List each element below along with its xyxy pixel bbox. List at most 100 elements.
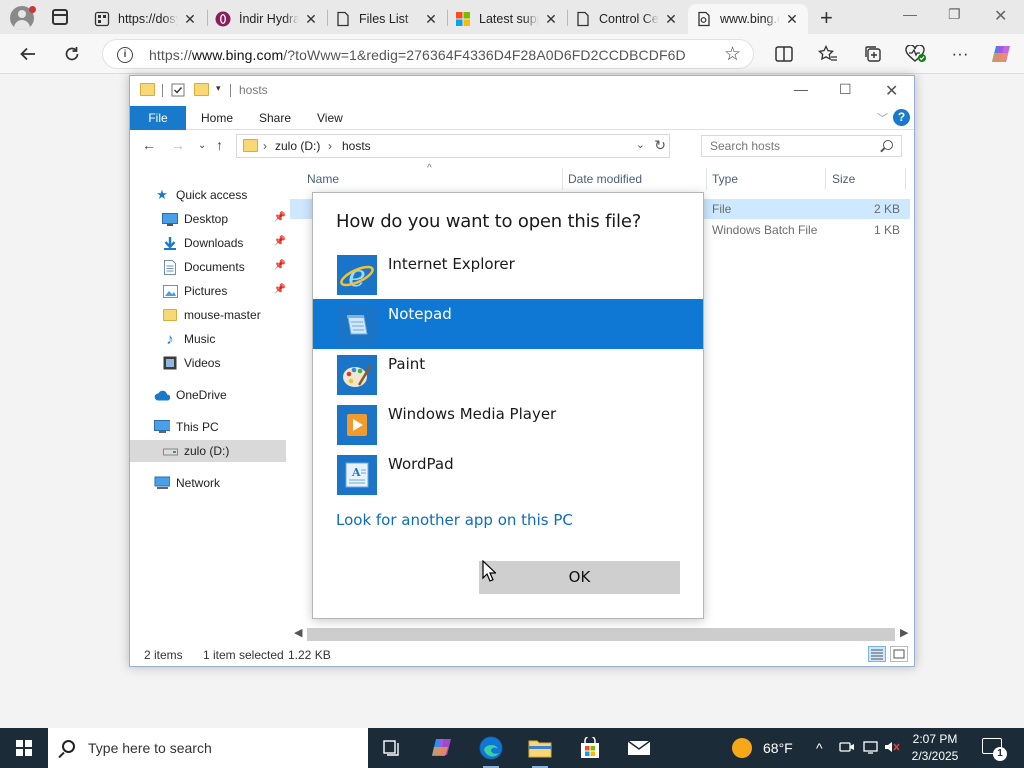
breadcrumb-separator-icon[interactable]: › [263,139,267,153]
restore-icon[interactable]: ❐ [948,6,961,23]
pin-icon[interactable]: 📌 [274,284,286,295]
breadcrumb-drive[interactable]: zulo (D:) [275,139,320,153]
column-header-name[interactable]: Name [307,172,339,186]
tab-hydra[interactable]: İndir Hydra ✕ [207,4,327,34]
minimize-icon[interactable]: — [794,81,808,97]
back-arrow-icon[interactable]: ← [142,137,156,153]
nav-desktop[interactable]: Desktop 📌 [130,208,286,230]
nav-drive-d[interactable]: zulo (D:) [130,440,286,462]
volume-muted-icon[interactable] [884,740,900,757]
new-folder-icon[interactable] [194,83,209,96]
close-window-icon[interactable]: ✕ [994,6,1007,26]
tab-files-list[interactable]: Files List ✕ [327,4,447,34]
copilot-taskbar-icon[interactable] [426,734,458,762]
tab-actions-icon[interactable] [52,9,68,25]
nav-music[interactable]: ♪ Music [130,328,286,350]
taskbar-search-input[interactable]: Type here to search [48,728,368,768]
system-clock[interactable]: 2:07 PM 2/3/2025 [900,731,970,765]
forward-arrow-icon[interactable]: → [171,137,185,153]
close-tab-icon[interactable]: ✕ [784,11,800,28]
address-url[interactable]: https://www.bing.com/?toWww=1&redig=2763… [149,47,686,63]
ribbon-tab-share[interactable]: Share [259,111,291,125]
ribbon-tab-home[interactable]: Home [201,111,233,125]
more-options-icon[interactable]: ··· [949,43,971,65]
close-tab-icon[interactable]: ✕ [543,11,559,28]
close-tab-icon[interactable]: ✕ [423,11,439,28]
recent-locations-icon[interactable]: ⌄ [198,140,206,151]
ok-button[interactable]: OK [479,561,680,594]
network-tray-icon[interactable] [863,740,879,757]
tab-bing[interactable]: www.bing.com ✕ [688,4,808,34]
refresh-icon[interactable] [60,42,84,66]
pin-icon[interactable]: 📌 [274,260,286,271]
nav-pictures[interactable]: Pictures 📌 [130,280,286,302]
close-tab-icon[interactable]: ✕ [182,11,198,28]
mail-icon[interactable] [623,734,655,762]
browser-essentials-icon[interactable] [905,43,927,65]
back-arrow-icon[interactable] [16,42,40,66]
scrollbar-thumb[interactable] [307,628,895,641]
edge-browser-icon[interactable] [475,734,507,768]
close-tab-icon[interactable]: ✕ [303,11,319,28]
app-option-notepad[interactable]: Notepad [313,299,703,349]
pin-icon[interactable]: 📌 [274,212,286,223]
column-header-type[interactable]: Type [712,172,738,186]
address-bar[interactable]: i https://www.bing.com/?toWww=1&redig=27… [102,39,754,69]
split-screen-icon[interactable] [773,43,795,65]
breadcrumb-separator-icon[interactable]: › [328,139,332,153]
nav-downloads[interactable]: Downloads 📌 [130,232,286,254]
nav-onedrive[interactable]: OneDrive [130,384,286,406]
minimize-icon[interactable]: — [903,6,917,22]
favorite-star-icon[interactable]: ☆ [724,43,741,66]
up-arrow-icon[interactable]: ↑ [216,137,223,153]
nav-documents[interactable]: Documents 📌 [130,256,286,278]
tab-latest-supported[interactable]: Latest supported ✕ [447,4,567,34]
copilot-icon[interactable] [990,43,1012,65]
scroll-left-icon[interactable]: ◀ [294,626,302,639]
horizontal-scrollbar[interactable]: ◀ ▶ [290,626,914,643]
tab-dosyaupload[interactable]: https://dosyaupload.com ✕ [86,4,206,34]
close-tab-icon[interactable]: ✕ [663,11,679,28]
new-tab-button[interactable]: + [820,5,833,31]
column-divider[interactable] [825,168,826,190]
large-icons-view-icon[interactable] [890,646,908,662]
microsoft-store-icon[interactable] [574,734,606,762]
pin-icon[interactable]: 📌 [274,236,286,247]
app-option-paint[interactable]: Paint [313,349,703,399]
refresh-icon[interactable]: ↻ [654,137,666,154]
expand-ribbon-icon[interactable]: ﹀ [877,110,888,126]
app-option-windows-media-player[interactable]: Windows Media Player [313,399,703,449]
properties-check-icon[interactable] [171,83,186,97]
ribbon-tab-view[interactable]: View [317,111,343,125]
file-explorer-taskbar-icon[interactable] [524,734,556,768]
nav-mouse-master[interactable]: mouse-master [130,304,286,326]
collections-icon[interactable] [862,43,884,65]
site-info-icon[interactable]: i [117,47,133,63]
column-divider[interactable] [905,168,906,190]
column-divider[interactable] [562,168,563,190]
tab-control-center[interactable]: Control Center ✕ [567,4,687,34]
look-for-another-app-link[interactable]: Look for another app on this PC [336,511,573,529]
details-view-icon[interactable] [868,646,886,662]
nav-this-pc[interactable]: This PC [130,416,286,438]
weather-widget[interactable]: 68°F [732,738,793,758]
address-dropdown-icon[interactable]: ⌄ [636,138,645,151]
chevron-up-icon[interactable]: ^ [816,740,823,756]
start-button[interactable] [0,728,48,768]
meet-now-icon[interactable] [839,740,855,757]
column-divider[interactable] [706,168,707,190]
app-option-wordpad[interactable]: A WordPad [313,449,703,499]
breadcrumb-folder[interactable]: hosts [342,139,371,153]
search-input[interactable]: Search hosts [701,135,902,157]
nav-videos[interactable]: Videos [130,352,286,374]
favorites-icon[interactable] [817,43,839,65]
task-view-icon[interactable] [376,734,408,762]
close-icon[interactable]: ✕ [885,81,898,101]
app-option-internet-explorer[interactable]: e Internet Explorer [313,249,703,299]
nav-network[interactable]: Network [130,472,286,494]
ribbon-tab-file[interactable]: File [130,106,186,130]
scroll-right-icon[interactable]: ▶ [900,626,908,639]
column-header-size[interactable]: Size [832,172,855,186]
explorer-address-bar[interactable]: › zulo (D:) › hosts ⌄ ↻ [236,134,670,158]
help-icon[interactable]: ? [893,109,910,126]
